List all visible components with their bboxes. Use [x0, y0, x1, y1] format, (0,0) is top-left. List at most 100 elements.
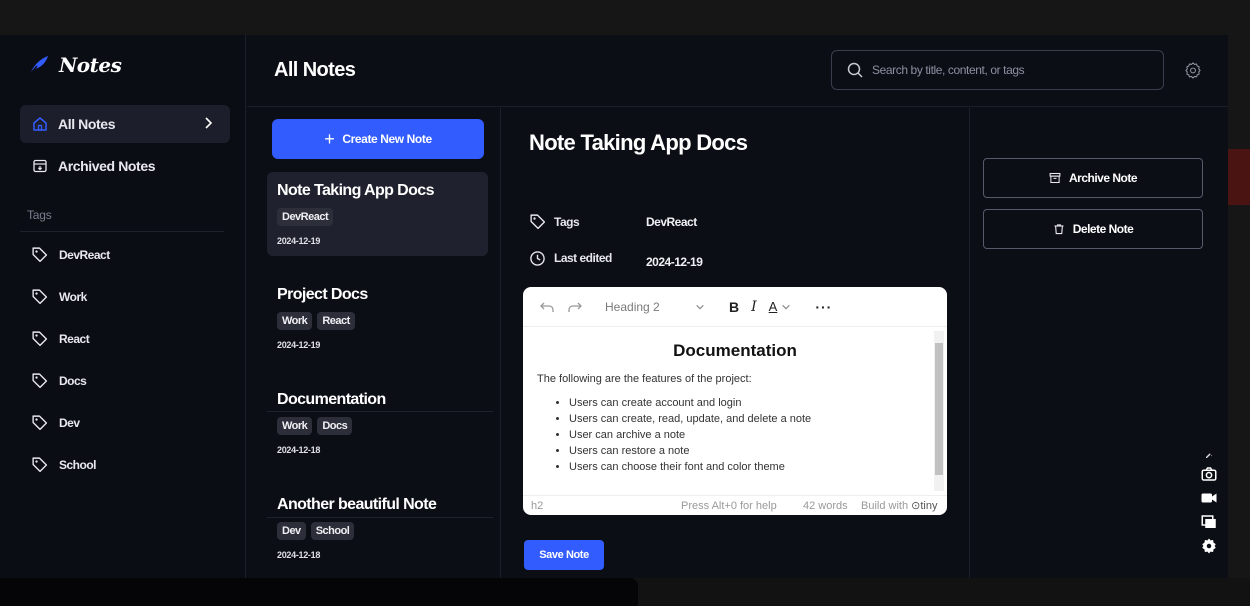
chevron-down-icon[interactable] [781, 302, 791, 312]
note-card[interactable]: Project Docs Work React 2024-12-19 [267, 276, 488, 360]
last-edited-meta-row: Last edited 2024-12-19 [529, 247, 703, 269]
nav-archived-notes[interactable]: Archived Notes [20, 147, 230, 185]
note-list: + Create New Note Note Taking App Docs D… [247, 108, 501, 578]
block-format-select[interactable]: Heading 2 [605, 300, 705, 314]
sidebar-tag-label: Work [59, 289, 87, 304]
italic-icon[interactable]: I [751, 299, 757, 315]
nav-all-notes-label: All Notes [58, 116, 116, 132]
delete-note-button[interactable]: Delete Note [983, 209, 1203, 249]
undo-icon[interactable] [539, 299, 555, 315]
floating-capture-toolbar [1198, 451, 1220, 555]
home-icon [32, 116, 48, 132]
note-title: Note Taking App Docs [529, 130, 748, 155]
list-item: Users can create, read, update, and dele… [569, 411, 933, 427]
save-note-button[interactable]: Save Note [524, 540, 604, 570]
note-card-title: Documentation [277, 391, 386, 408]
note-card-date: 2024-12-18 [277, 445, 321, 455]
editor-paragraph: The following are the features of the pr… [537, 373, 752, 385]
list-item: Users can restore a note [569, 443, 933, 459]
list-item: User can archive a note [569, 427, 933, 443]
note-card-tags: Dev School [277, 522, 478, 540]
help-hint: Press Alt+0 for help [681, 499, 777, 512]
editor-content[interactable]: Documentation The following are the feat… [523, 327, 947, 495]
tag-icon [32, 415, 48, 431]
windows-icon[interactable] [1200, 513, 1218, 531]
search-box[interactable] [831, 50, 1164, 90]
word-count[interactable]: 42 words [803, 500, 848, 512]
editor-scrollbar[interactable] [934, 331, 944, 491]
header: All Notes [247, 35, 1228, 107]
tag-icon [32, 289, 48, 305]
rich-text-editor[interactable]: Heading 2 B I A ··· Documentation The fo… [523, 287, 947, 515]
search-input[interactable] [872, 63, 1152, 77]
note-card[interactable]: Another beautiful Note Dev School 2024-1… [267, 486, 488, 570]
note-card-date: 2024-12-19 [277, 236, 321, 246]
tag-chip: Work [277, 417, 313, 435]
tags-label: Tags [554, 214, 580, 229]
sidebar-tag-react[interactable]: React [31, 330, 90, 347]
tag-icon [530, 214, 546, 230]
note-actions: Archive Note Delete Note [971, 108, 1228, 578]
archive-icon [1049, 172, 1061, 184]
sidebar-tag-docs[interactable]: Docs [31, 372, 87, 389]
note-card[interactable]: Documentation Work Docs 2024-12-18 [267, 381, 488, 465]
search-icon [847, 62, 863, 78]
note-card-title: Note Taking App Docs [277, 182, 435, 199]
tags-value[interactable]: DevReact [646, 215, 697, 229]
sidebar-tag-label: School [59, 457, 97, 472]
tags-heading: Tags [27, 208, 52, 222]
more-options-icon[interactable]: ··· [815, 299, 832, 315]
sidebar: Notes All Notes Archived Notes Tags DevR… [0, 35, 246, 578]
settings-gear-icon[interactable] [1184, 61, 1202, 79]
video-icon[interactable] [1200, 489, 1218, 507]
bold-icon[interactable]: B [729, 299, 739, 315]
element-path[interactable]: h2 [531, 500, 543, 512]
sidebar-tag-devreact[interactable]: DevReact [31, 246, 110, 263]
archive-note-button[interactable]: Archive Note [983, 158, 1203, 198]
powered-by-label: Build with [861, 500, 909, 512]
block-format-value: Heading 2 [605, 299, 660, 314]
nav-all-notes[interactable]: All Notes [20, 105, 230, 143]
list-item: Users can choose their font and color th… [569, 459, 933, 475]
pen-icon[interactable] [1201, 451, 1217, 459]
sidebar-tag-dev[interactable]: Dev [31, 414, 80, 431]
tag-chip: Dev [277, 522, 306, 540]
camera-icon[interactable] [1200, 465, 1218, 483]
sidebar-tag-school[interactable]: School [31, 456, 97, 473]
sidebar-tag-work[interactable]: Work [31, 288, 87, 305]
editor-bullet-list: Users can create account and login Users… [537, 395, 933, 475]
editor-toolbar: Heading 2 B I A ··· [523, 287, 947, 327]
background-window-peek [1228, 149, 1250, 205]
scrollbar-thumb[interactable] [935, 343, 943, 475]
tag-icon [32, 331, 48, 347]
trash-icon [1054, 224, 1064, 235]
background-window-edge [0, 578, 638, 606]
logo: Notes [27, 53, 122, 77]
last-edited-label: Last edited [554, 251, 612, 265]
text-color-icon[interactable]: A [769, 300, 778, 313]
brand-name: tiny [920, 500, 938, 512]
note-card[interactable]: Note Taking App Docs DevReact 2024-12-19 [267, 172, 488, 256]
tag-chip: School [310, 522, 355, 540]
note-card-title: Project Docs [277, 286, 368, 303]
sidebar-tag-label: Docs [59, 373, 87, 388]
tag-chip: DevReact [277, 208, 334, 226]
sidebar-divider [20, 231, 224, 232]
chevron-down-icon [696, 304, 704, 309]
archive-icon [32, 158, 48, 174]
tag-chip: Docs [317, 417, 353, 435]
create-new-note-button[interactable]: + Create New Note [272, 119, 484, 159]
tag-icon [32, 373, 48, 389]
logo-text: Notes [59, 53, 122, 77]
tags-meta-row: Tags DevReact [529, 213, 697, 230]
powered-by[interactable]: Build with ⊙tiny [861, 499, 937, 512]
tag-chip: React [317, 312, 355, 330]
delete-note-label: Delete Note [1072, 222, 1134, 236]
settings-gear-icon[interactable] [1200, 537, 1218, 555]
notes-app-window: Notes All Notes Archived Notes Tags DevR… [0, 35, 1228, 578]
redo-icon[interactable] [567, 299, 583, 315]
tag-icon [32, 457, 48, 473]
editor-statusbar: h2 Press Alt+0 for help 42 words Build w… [523, 495, 947, 515]
last-edited-value: 2024-12-19 [646, 255, 703, 269]
note-detail: Note Taking App Docs Tags DevReact Last … [502, 108, 970, 578]
